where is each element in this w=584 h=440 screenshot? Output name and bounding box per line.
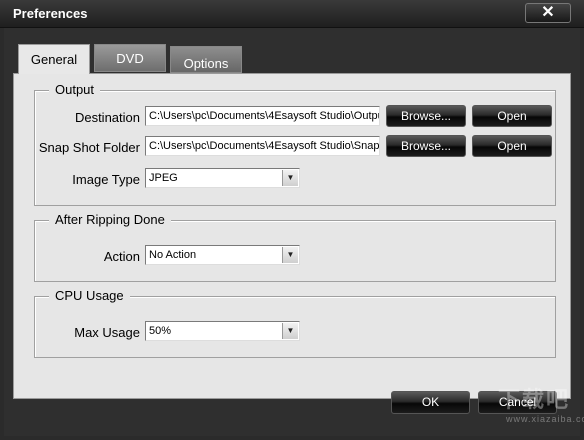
image-type-value: JPEG bbox=[149, 172, 178, 184]
max-usage-label: Max Usage bbox=[74, 325, 140, 340]
dialog-body: General DVD Options Output Destination C… bbox=[4, 28, 580, 436]
watermark-url: www.xiazaiba.com bbox=[506, 414, 584, 424]
snapshot-browse-button[interactable]: Browse... bbox=[386, 135, 466, 157]
chevron-down-icon: ▼ bbox=[282, 170, 298, 186]
chevron-down-icon: ▼ bbox=[282, 323, 298, 339]
tab-general[interactable]: General bbox=[18, 44, 90, 74]
max-usage-select[interactable]: 50% ▼ bbox=[145, 321, 300, 341]
ok-button[interactable]: OK bbox=[391, 391, 470, 414]
chevron-down-icon: ▼ bbox=[282, 247, 298, 263]
close-icon: ✕ bbox=[541, 4, 555, 21]
action-label: Action bbox=[103, 249, 140, 264]
image-type-select[interactable]: JPEG ▼ bbox=[145, 168, 300, 188]
output-group: Output Destination C:\Users\pc\Documents… bbox=[34, 82, 556, 206]
destination-open-button[interactable]: Open bbox=[472, 105, 552, 127]
destination-field[interactable]: C:\Users\pc\Documents\4Esaysoft Studio\O… bbox=[145, 106, 380, 126]
action-select[interactable]: No Action ▼ bbox=[145, 245, 300, 265]
output-group-title: Output bbox=[49, 82, 101, 97]
close-button[interactable]: ✕ bbox=[525, 3, 571, 23]
cpu-usage-group-title: CPU Usage bbox=[49, 288, 130, 303]
general-panel: Output Destination C:\Users\pc\Documents… bbox=[13, 73, 571, 399]
destination-label: Destination bbox=[74, 110, 140, 125]
after-ripping-group-title: After Ripping Done bbox=[49, 212, 171, 227]
destination-browse-button[interactable]: Browse... bbox=[386, 105, 466, 127]
tab-dvd[interactable]: DVD bbox=[94, 44, 166, 72]
action-value: No Action bbox=[149, 249, 197, 261]
image-type-label: Image Type bbox=[72, 172, 140, 187]
window-title: Preferences bbox=[13, 6, 88, 21]
snapshot-field[interactable]: C:\Users\pc\Documents\4Esaysoft Studio\S… bbox=[145, 136, 380, 156]
cpu-usage-group: CPU Usage Max Usage 50% ▼ bbox=[34, 288, 556, 358]
tab-options[interactable]: Options bbox=[170, 46, 242, 73]
snapshot-label: Snap Shot Folder bbox=[38, 140, 140, 155]
after-ripping-group: After Ripping Done Action No Action ▼ bbox=[34, 212, 556, 282]
max-usage-value: 50% bbox=[149, 325, 172, 337]
watermark-logo: 下载吧 bbox=[498, 387, 571, 412]
title-bar: Preferences ✕ bbox=[0, 0, 584, 28]
snapshot-open-button[interactable]: Open bbox=[472, 135, 552, 157]
